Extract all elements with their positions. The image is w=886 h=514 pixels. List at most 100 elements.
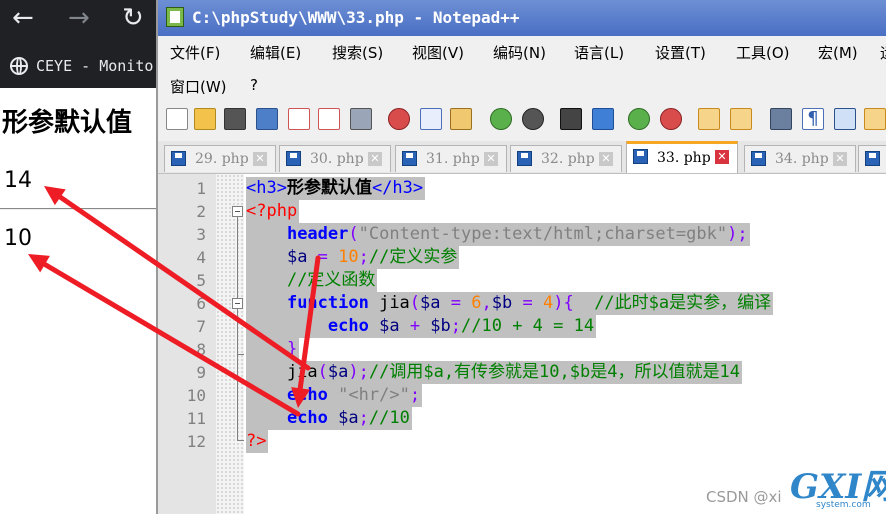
code-line[interactable]: 4 $a = 10;//定义实参 [158,246,886,269]
tab-29-php[interactable]: 29. php ✕ [164,145,276,172]
menu-window[interactable]: 窗口(W) [170,76,227,97]
tab-32-php[interactable]: 32. php ✕ [510,145,622,172]
code-editor[interactable]: 1 <h3>形参默认值</h3> 2 <?php 3 header("Content-t… [158,174,886,514]
close-tab-icon[interactable]: ✕ [368,152,382,166]
new-file-icon[interactable] [166,108,188,130]
file-tabs: 29. php ✕ 30. php ✕ 31. php ✕ 32. php ✕ … [158,141,886,174]
code-token: 4 [542,293,554,313]
menu-language[interactable]: 语言(L) [574,42,624,63]
tab-label: 34. php [775,151,829,167]
close-file-icon[interactable] [288,108,310,130]
code-lines: 1 <h3>形参默认值</h3> 2 <?php 3 header("Content-t… [158,177,886,453]
redo-icon[interactable] [522,108,544,130]
sync-horizontal-icon[interactable] [730,108,752,130]
code-text: echo $a + $b;//10 + 4 = 14 [246,315,597,338]
code-token: $b [491,293,513,313]
save-state-icon [286,151,301,166]
browser-tab[interactable]: CEYE - Monito [0,46,170,86]
copy-icon[interactable] [420,108,442,130]
menu-view[interactable]: 视图(V) [412,42,464,63]
line-number: 5 [196,271,206,290]
code-line[interactable]: 2 <?php [158,200,886,223]
code-token: ; [358,247,369,267]
find-icon[interactable] [560,108,582,130]
close-tab-icon[interactable]: ✕ [484,152,498,166]
code-token: 10 [338,247,359,267]
menu-tools[interactable]: 工具(O) [736,42,790,63]
menu-search[interactable]: 搜索(S) [332,42,383,63]
site-logo-watermark: GXI网 [790,467,886,507]
code-text: echo $a;//10 [246,407,412,430]
arrow-left-icon[interactable]: ← [12,4,34,32]
output-line-2: 10 [4,226,32,251]
code-line[interactable]: 8 } [158,338,886,361]
save-state-icon [865,151,880,166]
code-token: //10 + 4 = 14 [461,316,595,336]
browser-toolbar: ← → ↻ CEYE - Monito [0,0,170,88]
zoom-out-icon[interactable] [660,108,682,130]
code-line[interactable]: 1 <h3>形参默认值</h3> [158,177,886,200]
site-url-watermark: system.com [816,500,871,510]
tab-30-php[interactable]: 30. php ✕ [279,145,391,172]
notepad-window: C:\phpStudy\WWW\33.php - Notepad++ 文件(F)… [156,0,886,514]
menu-encoding[interactable]: 编码(N) [493,42,546,63]
indent-guide-icon[interactable] [834,108,856,130]
menu-help[interactable]: ? [250,76,258,94]
zoom-in-icon[interactable] [628,108,650,130]
menu-edit[interactable]: 编辑(E) [250,42,301,63]
code-line[interactable]: 5 //定义函数 [158,269,886,292]
close-all-icon[interactable] [318,108,340,130]
print-icon[interactable] [350,108,372,130]
save-all-icon[interactable] [256,108,278,130]
menu-file[interactable]: 文件(F) [170,42,220,63]
close-tab-icon[interactable]: ✕ [253,152,267,166]
line-number: 4 [196,248,206,267]
browser-tab-title: CEYE - Monito [36,57,154,75]
tab-33-php[interactable]: 33. php ✕ [626,141,738,173]
open-file-icon[interactable] [194,108,216,130]
paste-icon[interactable] [450,108,472,130]
sync-vertical-icon[interactable] [698,108,720,130]
undo-icon[interactable] [490,108,512,130]
code-token: ( [409,293,421,313]
code-line[interactable]: 3 header("Content-type:text/html;charset… [158,223,886,246]
code-line[interactable]: 12 ?> [158,430,886,453]
line-number: 8 [196,340,206,359]
replace-icon[interactable] [592,108,614,130]
menu-run[interactable]: 运 [880,42,886,63]
tab-label: 29. php [195,151,249,167]
code-token: ); [348,362,369,382]
tab-overflow[interactable] [858,145,886,172]
code-text: header("Content-type:text/html;charset=g… [246,223,750,246]
save-icon[interactable] [224,108,246,130]
close-tab-icon[interactable]: ✕ [833,152,847,166]
code-line[interactable]: 7 echo $a + $b;//10 + 4 = 14 [158,315,886,338]
code-token: ( [317,362,328,382]
close-tab-icon[interactable]: ✕ [599,152,613,166]
code-token: = [440,293,472,313]
menu-macro[interactable]: 宏(M) [818,42,858,63]
close-tab-icon[interactable]: ✕ [715,150,729,164]
show-all-characters-icon[interactable]: ¶ [802,108,824,130]
code-line[interactable]: 9 jia($a);//调用$a,有传参就是10,$b是4，所以值就是14 [158,361,886,384]
code-token: ; [409,385,421,405]
code-token: "Content-type:text/html;charset=gbk" [358,224,728,244]
code-token: { [563,293,574,313]
reload-icon[interactable]: ↻ [122,4,144,32]
cut-icon[interactable] [388,108,410,130]
arrow-head-to-output-14 [44,186,66,206]
menu-bar: 文件(F) 编辑(E) 搜索(S) 视图(V) 编码(N) 语言(L) 设置(T… [158,36,886,100]
tab-34-php[interactable]: 34. php ✕ [744,145,856,172]
word-wrap-icon[interactable] [770,108,792,130]
code-token: //10 [368,408,410,428]
menu-settings[interactable]: 设置(T) [655,42,706,63]
arrow-right-icon[interactable]: → [68,4,90,32]
tab-31-php[interactable]: 31. php ✕ [395,145,507,172]
code-line[interactable]: 11 echo $a;//10 [158,407,886,430]
user-defined-language-icon[interactable] [864,108,886,130]
code-line[interactable]: 10 echo "<hr/>"; [158,384,886,407]
code-token: $b [430,316,451,336]
code-line[interactable]: 6 function jia($a = 6,$b = 4){ //此时$a是实参… [158,292,886,315]
